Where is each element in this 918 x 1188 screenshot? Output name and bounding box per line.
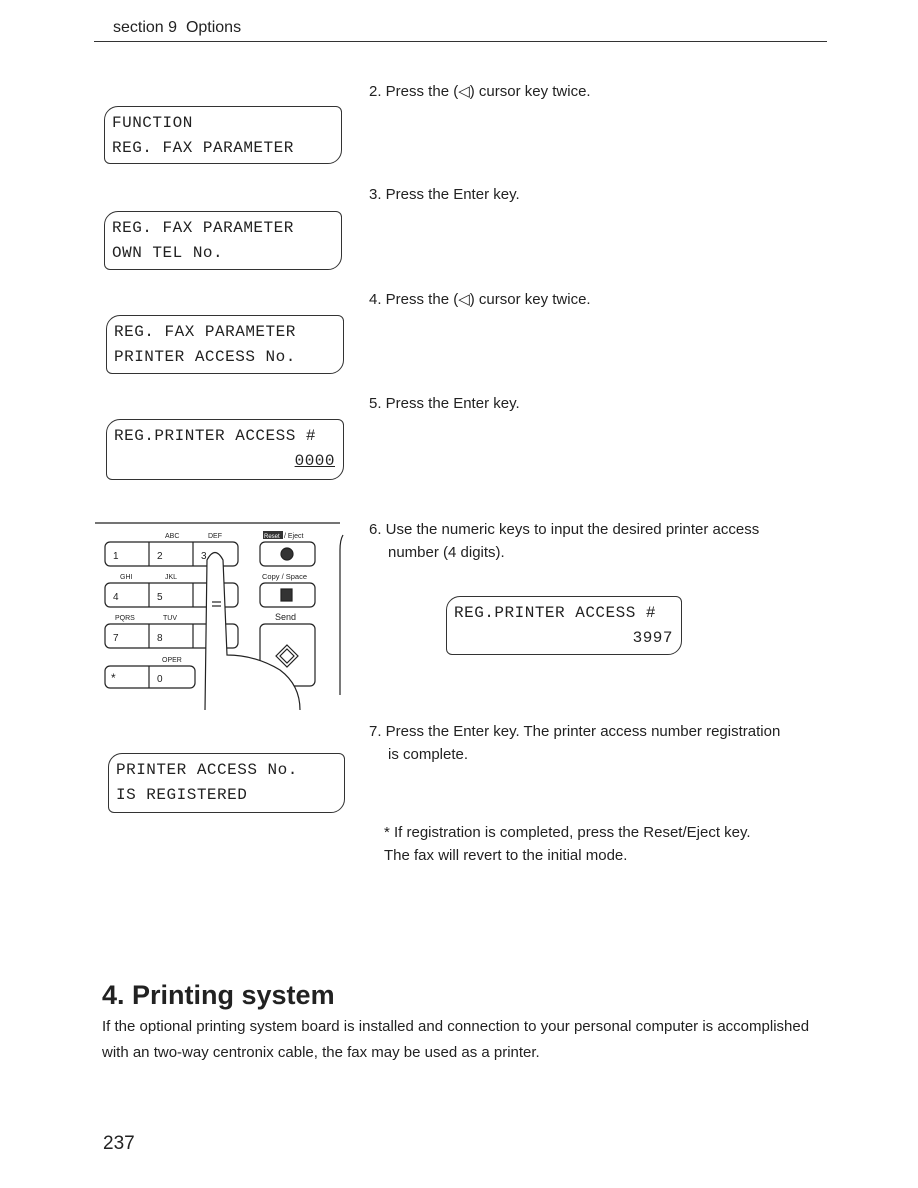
key-0: 0 bbox=[157, 674, 163, 685]
key-star: * bbox=[111, 671, 116, 685]
reset-label: Reset bbox=[264, 534, 280, 540]
lcd-line: PRINTER ACCESS No. bbox=[116, 761, 298, 779]
key-2: 2 bbox=[157, 551, 163, 562]
lcd-line: REG.PRINTER ACCESS # bbox=[454, 604, 657, 622]
page-number: 237 bbox=[103, 1133, 135, 1154]
step-3: 3. Press the Enter key. bbox=[369, 186, 520, 203]
note-line-2: The fax will revert to the initial mode. bbox=[384, 847, 628, 864]
lcd-line: PRINTER ACCESS No. bbox=[114, 348, 296, 366]
step-6: 6. Use the numeric keys to input the des… bbox=[369, 521, 760, 538]
lcd-line: REG. FAX PARAMETER bbox=[112, 139, 294, 157]
key-1: 1 bbox=[113, 551, 119, 562]
step-2: 2. Press the (◁) cursor key twice. bbox=[369, 83, 591, 100]
section-label: section 9 bbox=[113, 19, 178, 36]
lcd-line: IS REGISTERED bbox=[116, 786, 248, 804]
lcd-line: OWN TEL No. bbox=[112, 244, 224, 262]
manual-page: section 9 Options 2. Press the (◁) curso… bbox=[0, 0, 918, 1188]
lcd-display: REG.PRINTER ACCESS # 3997 bbox=[446, 596, 682, 655]
keypad-illustration: 1 2 3 4 5 7 8 * 0 ABC DEF GHI JKL PQRS T… bbox=[95, 522, 344, 710]
step-7: 7. Press the Enter key. The printer acce… bbox=[369, 723, 781, 740]
lcd-display: FUNCTION REG. FAX PARAMETER bbox=[104, 106, 342, 164]
lcd-display: REG. FAX PARAMETER PRINTER ACCESS No. bbox=[106, 315, 344, 374]
step-6-cont: number (4 digits). bbox=[388, 544, 505, 561]
lcd-display: PRINTER ACCESS No. IS REGISTERED bbox=[108, 753, 345, 813]
key-letters: GHI bbox=[120, 574, 133, 581]
lcd-line: REG.PRINTER ACCESS # bbox=[114, 427, 317, 445]
key-letters: PQRS bbox=[115, 615, 135, 622]
key-letters: OPER bbox=[162, 657, 182, 664]
send-label: Send bbox=[275, 612, 296, 622]
key-letters: JKL bbox=[165, 574, 177, 581]
key-5: 5 bbox=[157, 592, 163, 603]
key-letters: DEF bbox=[208, 533, 222, 540]
copy-space-label: Copy / Space bbox=[262, 572, 307, 581]
key-4: 4 bbox=[113, 592, 119, 603]
body-paragraph: If the optional printing system board is… bbox=[102, 1018, 810, 1061]
lcd-line: REG. FAX PARAMETER bbox=[112, 219, 294, 237]
lcd-line: 3997 bbox=[632, 629, 673, 647]
note-line-1: * If registration is completed, press th… bbox=[384, 824, 751, 841]
key-7: 7 bbox=[113, 633, 119, 644]
step-5: 5. Press the Enter key. bbox=[369, 395, 520, 412]
lcd-line: 0000 bbox=[294, 452, 335, 470]
lcd-line: REG. FAX PARAMETER bbox=[114, 323, 296, 341]
section-heading: 4. Printing system bbox=[102, 980, 335, 1010]
lcd-display: REG. FAX PARAMETER OWN TEL No. bbox=[104, 211, 342, 270]
lcd-display: REG.PRINTER ACCESS # 0000 bbox=[106, 419, 344, 480]
step-7-cont: is complete. bbox=[388, 746, 469, 763]
key-8: 8 bbox=[157, 633, 163, 644]
running-header: section 9 Options bbox=[113, 19, 241, 37]
key-letters: ABC bbox=[165, 533, 179, 540]
eject-label: / Eject bbox=[284, 533, 304, 540]
step-4: 4. Press the (◁) cursor key twice. bbox=[369, 291, 591, 308]
key-3: 3 bbox=[201, 551, 207, 562]
key-letters: TUV bbox=[163, 615, 177, 622]
lcd-line: FUNCTION bbox=[112, 114, 193, 132]
section-title: Options bbox=[185, 19, 242, 36]
header-rule bbox=[94, 41, 827, 42]
